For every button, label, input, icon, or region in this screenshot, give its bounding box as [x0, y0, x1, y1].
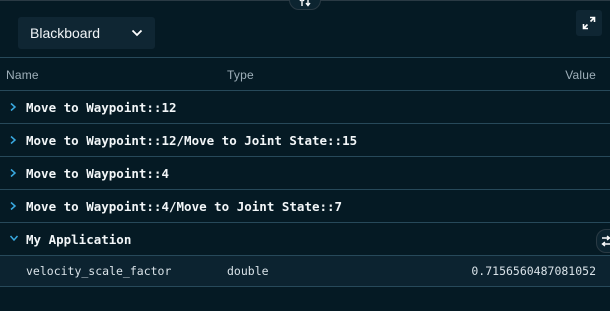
chevron-right-icon	[10, 135, 17, 145]
group-row-expanded[interactable]: My Application	[0, 223, 610, 255]
table-row[interactable]: velocity_scale_factor double 0.715656048…	[0, 256, 610, 286]
group-label: Move to Waypoint::4	[26, 165, 169, 181]
column-header-name: Name	[6, 68, 39, 82]
entry-name: velocity_scale_factor	[26, 264, 172, 278]
panel-resize-handle[interactable]	[289, 0, 321, 10]
column-header-type: Type	[227, 68, 254, 82]
entry-type: double	[227, 264, 269, 278]
row-divider	[0, 286, 610, 287]
column-header-value: Value	[565, 68, 596, 82]
group-label: Move to Waypoint::12/Move to Joint State…	[26, 132, 358, 148]
chevron-down-icon	[131, 29, 143, 37]
header-top-divider	[0, 57, 610, 58]
side-resize-handle[interactable]	[596, 229, 610, 253]
expand-panel-button[interactable]	[576, 10, 602, 36]
blackboard-selector-label: Blackboard	[30, 25, 101, 41]
group-row[interactable]: Move to Waypoint::12/Move to Joint State…	[0, 124, 610, 156]
group-label: My Application	[26, 231, 132, 247]
chevron-right-icon	[10, 201, 17, 211]
group-label: Move to Waypoint::4/Move to Joint State:…	[26, 198, 343, 214]
expand-icon	[582, 16, 596, 30]
group-row[interactable]: Move to Waypoint::4	[0, 157, 610, 189]
resize-vertical-icon	[299, 0, 311, 7]
blackboard-selector[interactable]: Blackboard	[18, 17, 155, 49]
group-row[interactable]: Move to Waypoint::12	[0, 91, 610, 123]
group-label: Move to Waypoint::12	[26, 99, 177, 115]
chevron-right-icon	[10, 168, 17, 178]
group-row[interactable]: Move to Waypoint::4/Move to Joint State:…	[0, 190, 610, 222]
resize-horizontal-icon	[601, 235, 610, 247]
entry-value: 0.7156560487081052	[471, 264, 596, 278]
chevron-down-icon	[9, 235, 19, 242]
chevron-right-icon	[10, 102, 17, 112]
